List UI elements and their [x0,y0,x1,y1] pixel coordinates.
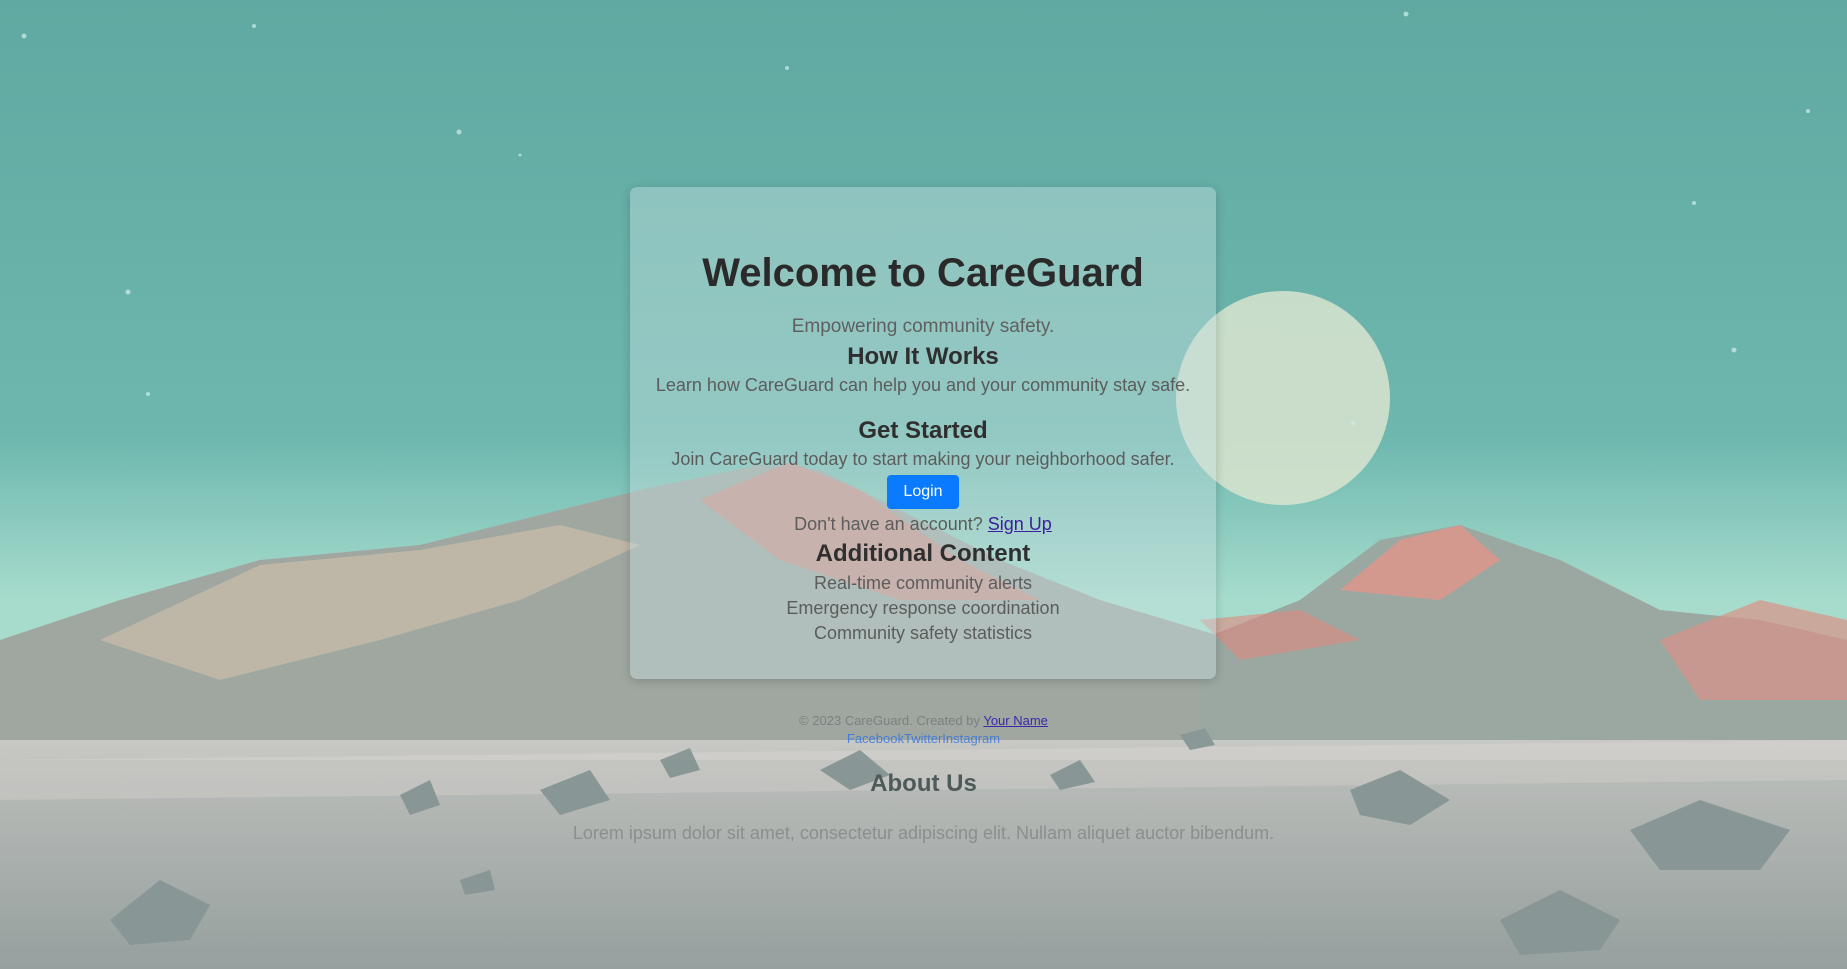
feature-item-emergency: Emergency response coordination [786,598,1060,618]
social-link-instagram[interactable]: Instagram [942,731,1000,746]
tagline: Empowering community safety. [791,316,1055,337]
page-title: Welcome to CareGuard [702,251,1144,295]
signup-row: Don't have an account? Sign Up [630,514,1216,535]
footer-copyright: © 2023 CareGuard. Created by Your Name [0,713,1847,728]
login-button[interactable]: Login [887,475,959,509]
signup-prompt: Don't have an account? [794,514,983,534]
additional-content-heading: Additional Content [815,540,1031,567]
how-it-works-text: Learn how CareGuard can help you and you… [655,375,1191,395]
about-heading: About Us [870,770,977,797]
social-link-facebook[interactable]: Facebook [847,731,904,746]
signup-link[interactable]: Sign Up [988,514,1052,534]
get-started-text: Join CareGuard today to start making you… [671,449,1175,469]
author-link[interactable]: Your Name [983,713,1048,728]
how-it-works-heading: How It Works [847,343,999,370]
about-text: Lorem ipsum dolor sit amet, consectetur … [572,823,1275,843]
social-links: FacebookTwitterInstagram [0,731,1847,746]
copyright-text: © 2023 CareGuard. Created by [799,713,980,728]
get-started-heading: Get Started [858,417,988,444]
feature-item-statistics: Community safety statistics [813,623,1033,643]
welcome-card: Welcome to CareGuard Empowering communit… [630,187,1216,679]
social-link-twitter[interactable]: Twitter [904,731,942,746]
feature-item-alerts: Real-time community alerts [813,573,1033,593]
